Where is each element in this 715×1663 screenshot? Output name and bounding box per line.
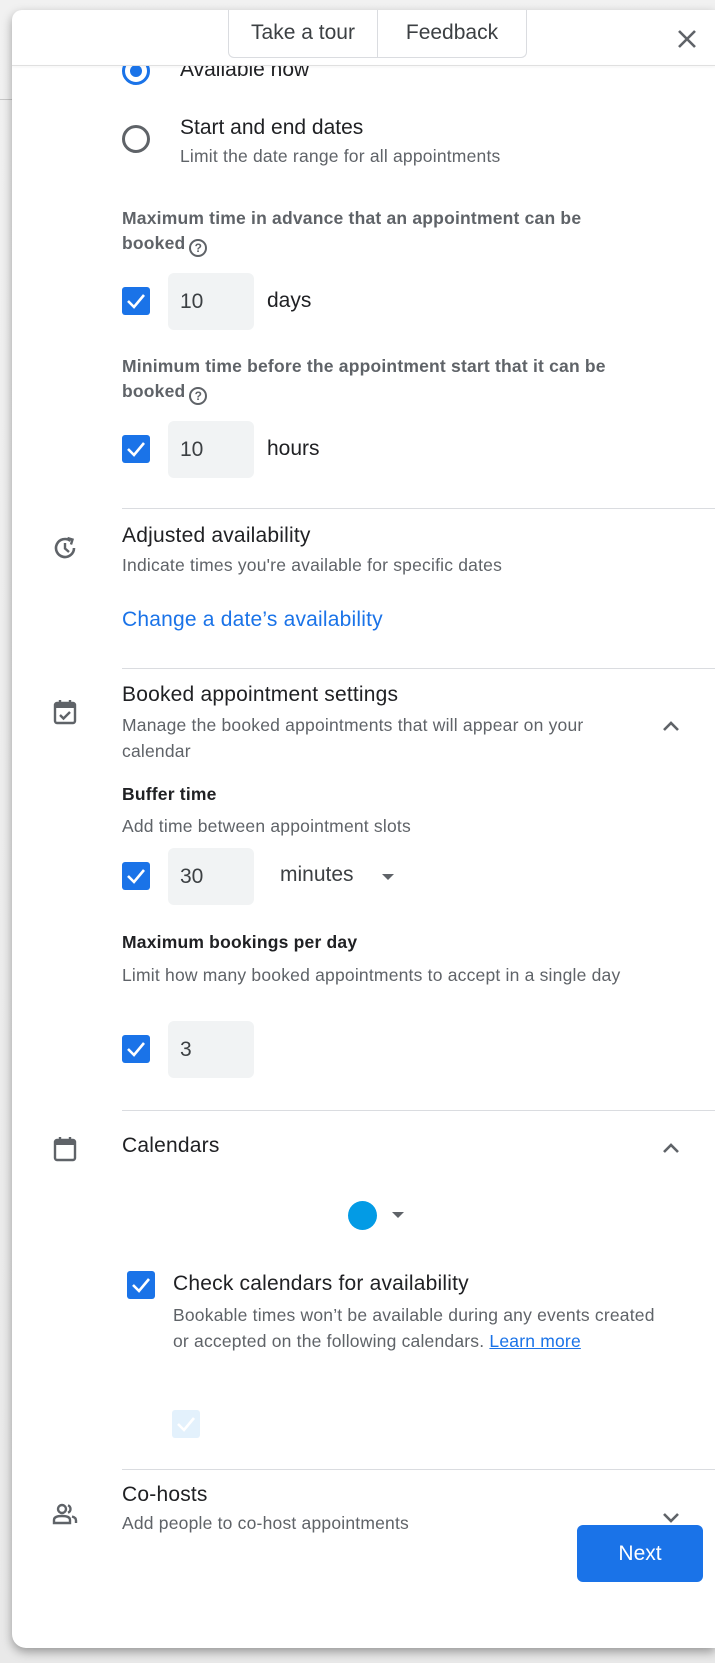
dropdown-arrow-icon xyxy=(382,874,394,880)
max-bookings-description: Limit how many booked appointments to ac… xyxy=(122,965,621,985)
buffer-time-label: Buffer time xyxy=(122,784,217,804)
checkmark-icon xyxy=(127,442,145,457)
max-bookings-label: Maximum bookings per day xyxy=(122,932,358,952)
check-calendars-label: Check calendars for availability xyxy=(173,1272,469,1295)
radio-start-end-dates[interactable] xyxy=(122,125,150,153)
max-advance-input[interactable]: 10 xyxy=(168,273,254,330)
max-advance-label: Maximum time in advance that an appointm… xyxy=(122,208,582,257)
booked-settings-subtitle: Manage the booked appointments that will… xyxy=(122,715,584,761)
checkmark-icon xyxy=(132,1278,150,1293)
max-bookings-checkbox[interactable] xyxy=(122,1035,150,1063)
check-calendars-checkbox[interactable] xyxy=(127,1271,155,1299)
min-before-input[interactable]: 10 xyxy=(168,421,254,478)
buffer-unit-dropdown[interactable]: minutes xyxy=(280,863,410,893)
buffer-time-description: Add time between appointment slots xyxy=(122,816,411,836)
event-available-icon xyxy=(53,700,77,725)
buffer-time-input[interactable]: 30 xyxy=(168,848,254,905)
min-before-label: Minimum time before the appointment star… xyxy=(122,356,606,405)
checkmark-icon xyxy=(127,869,145,884)
available-now-label: Available now xyxy=(180,66,310,81)
dropdown-arrow-icon xyxy=(392,1212,404,1218)
adjusted-availability-title: Adjusted availability xyxy=(122,524,311,547)
people-icon xyxy=(52,1503,78,1525)
max-advance-unit: days xyxy=(267,289,312,312)
learn-more-link[interactable]: Learn more xyxy=(489,1331,581,1351)
section-divider xyxy=(122,1110,715,1111)
checkmark-icon xyxy=(177,1417,195,1432)
section-divider xyxy=(122,668,715,669)
section-divider xyxy=(122,1469,715,1470)
max-bookings-input[interactable]: 3 xyxy=(168,1021,254,1078)
calendars-title: Calendars xyxy=(122,1134,220,1157)
help-icon[interactable]: ? xyxy=(189,387,208,405)
tour-feedback-tab: Take a tour Feedback xyxy=(228,10,527,58)
calendar-icon xyxy=(53,1137,77,1162)
cohosts-subtitle: Add people to co-host appointments xyxy=(122,1513,409,1533)
help-icon[interactable]: ? xyxy=(189,239,208,257)
calendar-color-dot xyxy=(348,1201,377,1230)
start-end-dates-label: Start and end dates xyxy=(180,116,364,139)
cohosts-title: Co-hosts xyxy=(122,1483,208,1506)
radio-available-now[interactable] xyxy=(122,66,150,85)
next-button[interactable]: Next xyxy=(577,1525,703,1582)
checkmark-icon xyxy=(127,294,145,309)
max-advance-checkbox[interactable] xyxy=(122,287,150,315)
min-before-checkbox[interactable] xyxy=(122,435,150,463)
calendar-color-selector[interactable] xyxy=(312,1198,422,1232)
change-date-availability-link[interactable]: Change a date’s availability xyxy=(122,608,383,632)
check-calendars-description: Bookable times won’t be available during… xyxy=(173,1305,655,1351)
take-tour-button[interactable]: Take a tour xyxy=(229,10,377,57)
schedule-update-icon xyxy=(54,536,76,559)
booked-settings-title: Booked appointment settings xyxy=(122,683,399,706)
settings-scroll-area[interactable]: Available now Start and end dates Limit … xyxy=(12,66,715,1648)
appointment-settings-panel: Take a tour Feedback Available now Start… xyxy=(12,10,715,1648)
calendar-list-item-checkbox[interactable] xyxy=(172,1410,200,1438)
buffer-time-checkbox[interactable] xyxy=(122,862,150,890)
close-button[interactable] xyxy=(674,26,700,52)
adjusted-availability-subtitle: Indicate times you're available for spec… xyxy=(122,555,503,575)
close-icon xyxy=(678,30,696,48)
feedback-button[interactable]: Feedback xyxy=(377,10,526,57)
chevron-up-icon[interactable] xyxy=(659,1136,683,1160)
section-divider xyxy=(122,508,715,509)
buffer-unit-value: minutes xyxy=(280,863,354,886)
chevron-up-icon[interactable] xyxy=(659,714,683,738)
min-before-unit: hours xyxy=(267,437,320,460)
checkmark-icon xyxy=(127,1042,145,1057)
background-divider xyxy=(0,99,12,100)
start-end-dates-sublabel: Limit the date range for all appointment… xyxy=(180,146,501,166)
